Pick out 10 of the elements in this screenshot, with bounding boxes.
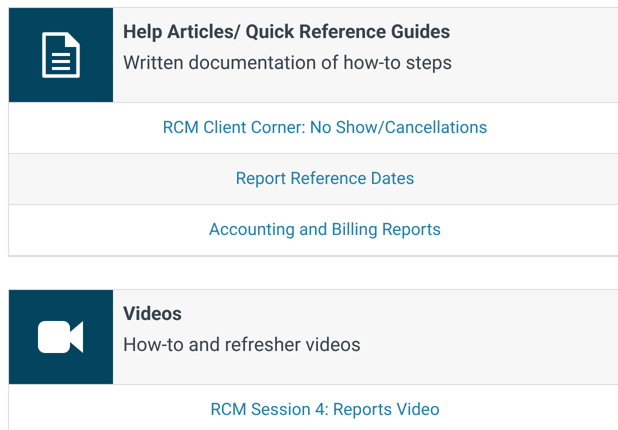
article-link[interactable]: RCM Session 4: Reports Video bbox=[210, 400, 440, 420]
article-link[interactable]: Accounting and Billing Reports bbox=[208, 220, 442, 240]
section-title: Videos bbox=[123, 302, 183, 325]
document-icon bbox=[41, 31, 81, 79]
article-link[interactable]: RCM Client Corner: No Show/Cancellations bbox=[162, 118, 488, 138]
video-camera-icon bbox=[38, 320, 84, 354]
article-link[interactable]: Report Reference Dates bbox=[236, 169, 414, 189]
section-description: How-to and refresher videos bbox=[123, 333, 361, 356]
section-description: Written documentation of how-to steps bbox=[123, 51, 452, 74]
section-title: Help Articles/ Quick Reference Guides bbox=[123, 20, 452, 43]
